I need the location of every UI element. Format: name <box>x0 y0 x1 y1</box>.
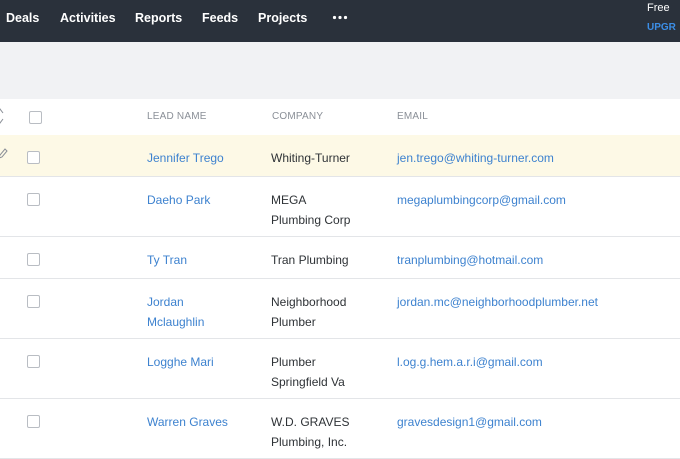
row-checkbox[interactable] <box>27 355 40 368</box>
lead-name-link[interactable]: Jennifer Trego <box>147 148 224 168</box>
table-row[interactable]: Logghe Mari Plumber Springfield Va l.og.g.h… <box>0 339 680 399</box>
table-row[interactable]: Jordan Mclaughlin Neighborhood Plumber jorda… <box>0 279 680 339</box>
table-row[interactable]: Jennifer Trego Whiting-Turner jen.trego@wh… <box>0 135 680 177</box>
company-name-line: Springfield Va <box>271 375 345 389</box>
nav-feeds[interactable]: Feeds <box>202 11 238 25</box>
company-name-line: W.D. GRAVES <box>271 415 350 429</box>
row-checkbox[interactable] <box>27 151 40 164</box>
lead-name-link-line: Warren Graves <box>147 415 228 429</box>
row-checkbox[interactable] <box>27 415 40 428</box>
company-name: Tran Plumbing <box>271 250 349 270</box>
company-name: Neighborhood Plumber <box>271 292 346 332</box>
table-row[interactable]: Daeho Park MEGA Plumbing Corp megaplumbingc… <box>0 177 680 237</box>
company-name: W.D. GRAVES Plumbing, Inc. <box>271 412 349 452</box>
top-navigation-bar: Deals Activities Reports Feeds Projects … <box>0 0 680 42</box>
nav-projects[interactable]: Projects <box>258 11 307 25</box>
lead-name-link-line: Mclaughlin <box>147 315 205 329</box>
lead-name-link-line: Jennifer Trego <box>147 151 224 165</box>
email-link[interactable]: jen.trego@whiting-turner.com <box>397 148 554 168</box>
lead-name-link[interactable]: Ty Tran <box>147 250 187 270</box>
company-name-line: Tran Plumbing <box>271 253 349 267</box>
select-all-checkbox[interactable] <box>29 111 42 124</box>
leads-table: LEAD NAME COMPANY EMAIL Jennifer Trego Wh… <box>0 99 680 459</box>
row-checkbox[interactable] <box>27 295 40 308</box>
email-link[interactable]: jordan.mc@neighborhoodplumber.net <box>397 292 598 312</box>
company-name-line: Whiting-Turner <box>271 151 350 165</box>
company-name-line: Plumber <box>271 315 316 329</box>
nav-deals[interactable]: Deals <box>6 11 39 25</box>
lead-name-link-line: Jordan <box>147 295 184 309</box>
table-row[interactable]: Ty Tran Tran Plumbing tranplumbing@hotmail… <box>0 237 680 279</box>
row-checkbox[interactable] <box>27 193 40 206</box>
nav-reports[interactable]: Reports <box>135 11 182 25</box>
lead-name-link-line: Daeho Park <box>147 193 211 207</box>
company-name: Plumber Springfield Va <box>271 352 345 392</box>
company-name-line: Plumber <box>271 355 316 369</box>
upgrade-link[interactable]: UPGR <box>647 22 676 33</box>
company-name-line: Plumbing Corp <box>271 213 351 227</box>
company-name: MEGA Plumbing Corp <box>271 190 350 230</box>
lead-name-link-line: Ty Tran <box>147 253 188 267</box>
email-link[interactable]: megaplumbingcorp@gmail.com <box>397 190 566 210</box>
company-name-line: Plumbing, Inc. <box>271 435 348 449</box>
email-link[interactable]: l.og.g.hem.a.r.i@gmail.com <box>397 352 543 372</box>
company-name: Whiting-Turner <box>271 148 350 168</box>
table-row[interactable]: Warren Graves W.D. GRAVES Plumbing, Inc. gr… <box>0 399 680 459</box>
company-name-line: Neighborhood <box>271 295 347 309</box>
lead-name-link-line: Logghe Mari <box>147 355 214 369</box>
email-link[interactable]: tranplumbing@hotmail.com <box>397 250 543 270</box>
company-name-line: MEGA <box>271 193 307 207</box>
column-header-email[interactable]: EMAIL <box>397 111 428 122</box>
table-header: LEAD NAME COMPANY EMAIL <box>0 99 680 136</box>
lead-name-link[interactable]: Jordan Mclaughlin <box>147 292 204 332</box>
toolbar-area <box>0 42 680 99</box>
row-checkbox[interactable] <box>27 253 40 266</box>
edit-pencil-icon[interactable] <box>0 147 8 159</box>
column-header-lead-name[interactable]: LEAD NAME <box>147 111 207 122</box>
sort-icon[interactable] <box>0 107 4 125</box>
lead-name-link[interactable]: Daeho Park <box>147 190 210 210</box>
nav-activities[interactable]: Activities <box>60 11 116 25</box>
lead-name-link[interactable]: Warren Graves <box>147 412 228 432</box>
plan-label: Free <box>647 2 670 14</box>
column-header-company[interactable]: COMPANY <box>272 111 323 122</box>
email-link[interactable]: gravesdesign1@gmail.com <box>397 412 542 432</box>
lead-name-link[interactable]: Logghe Mari <box>147 352 214 372</box>
more-dots-icon[interactable] <box>332 15 348 20</box>
